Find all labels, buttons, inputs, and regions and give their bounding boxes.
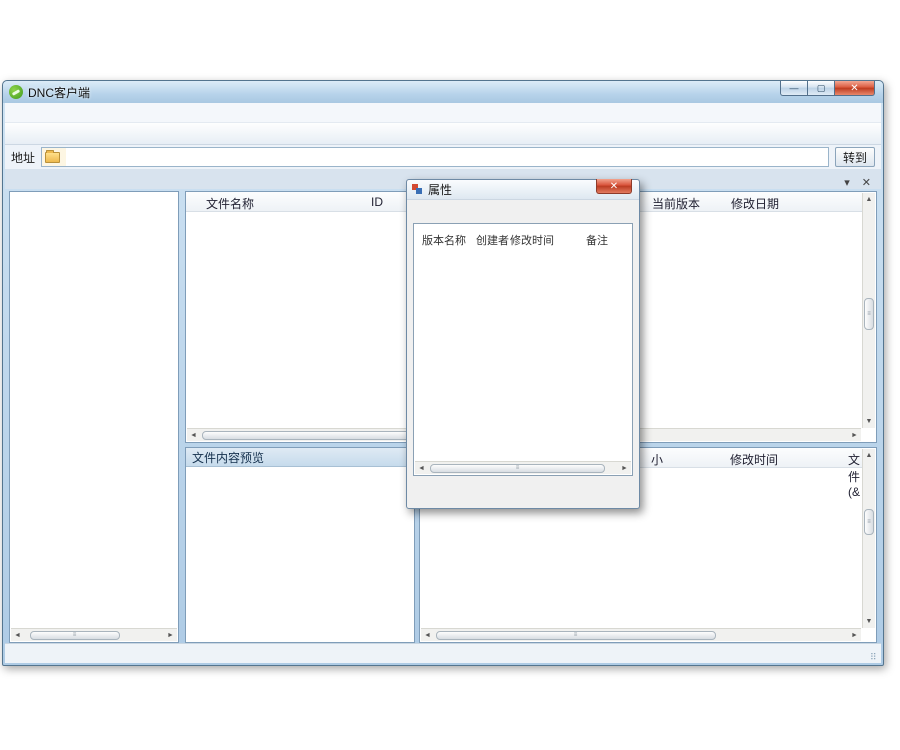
app-logo-icon bbox=[9, 85, 23, 99]
app-window: DNC客户端 — ▢ ✕ 地址 转到 ▾ ✕ ◄ ≡ ► bbox=[2, 80, 884, 666]
address-label: 地址 bbox=[11, 149, 35, 166]
toolbar bbox=[5, 123, 881, 145]
column-note[interactable]: 备注 bbox=[586, 232, 608, 248]
scroll-up-icon[interactable]: ▲ bbox=[863, 449, 875, 462]
dialog-tabs bbox=[413, 206, 633, 224]
desktop: { "window": { "title": "DNC客户端" }, "menu… bbox=[0, 0, 900, 750]
column-version[interactable]: 当前版本 bbox=[652, 195, 700, 212]
scroll-up-icon[interactable]: ▲ bbox=[863, 193, 875, 206]
column-date[interactable]: 修改日期 bbox=[731, 195, 779, 212]
address-bar: 地址 转到 bbox=[5, 145, 881, 169]
scroll-left-icon[interactable]: ◄ bbox=[11, 632, 24, 639]
scroll-left-icon[interactable]: ◄ bbox=[415, 465, 428, 472]
nc-list-vscrollbar[interactable]: ▲ ≡ ▼ bbox=[862, 193, 875, 428]
scroll-right-icon[interactable]: ► bbox=[848, 432, 861, 439]
preview-title: 文件内容预览 bbox=[186, 448, 414, 467]
title-bar[interactable]: DNC客户端 — ▢ ✕ bbox=[3, 81, 883, 103]
attachment-hscrollbar[interactable]: ◄ ≡ ► bbox=[421, 628, 861, 641]
dialog-hscrollbar[interactable]: ◄ ≡ ► bbox=[415, 461, 631, 474]
go-button[interactable]: 转到 bbox=[835, 147, 875, 167]
window-controls: — ▢ ✕ bbox=[780, 81, 875, 96]
version-info-page: 版本名称 创建者 修改时间 备注 ◄ ≡ ► bbox=[413, 223, 633, 476]
close-button[interactable]: ✕ bbox=[835, 81, 875, 96]
scroll-down-icon[interactable]: ▼ bbox=[863, 615, 875, 628]
server-tree-panel: ◄ ≡ ► bbox=[9, 191, 179, 643]
dialog-title: 属性 bbox=[428, 181, 452, 198]
maximize-button[interactable]: ▢ bbox=[808, 81, 835, 96]
server-tree bbox=[10, 194, 178, 627]
minimize-button[interactable]: — bbox=[780, 81, 808, 96]
attachment-vscrollbar[interactable]: ▲ ≡ ▼ bbox=[862, 449, 875, 628]
preview-content bbox=[186, 467, 414, 472]
breadcrumb-folder-icon bbox=[42, 148, 66, 166]
column-name[interactable]: 文件名称 bbox=[206, 195, 254, 212]
column-size[interactable]: 小 bbox=[651, 451, 663, 468]
panel-strip-controls: ▾ ✕ bbox=[844, 176, 871, 189]
scroll-right-icon[interactable]: ► bbox=[848, 632, 861, 639]
status-bar bbox=[5, 643, 881, 663]
column-creator[interactable]: 创建者 bbox=[476, 232, 509, 248]
tree-hscrollbar[interactable]: ◄ ≡ ► bbox=[11, 628, 177, 641]
scroll-down-icon[interactable]: ▼ bbox=[863, 415, 875, 428]
dialog-close-button[interactable]: ✕ bbox=[596, 179, 632, 194]
resize-grip[interactable]: ⠿ bbox=[870, 652, 880, 662]
column-version-name[interactable]: 版本名称 bbox=[422, 232, 466, 248]
window-title: DNC客户端 bbox=[28, 84, 90, 101]
menu-bar bbox=[5, 103, 881, 123]
scroll-left-icon[interactable]: ◄ bbox=[421, 632, 434, 639]
column-time[interactable]: 修改时间 bbox=[510, 232, 554, 248]
breadcrumb bbox=[41, 147, 829, 167]
properties-dialog: 属性 ✕ 版本名称 创建者 修改时间 备注 ◄ ≡ ► bbox=[406, 179, 640, 509]
panel-close-icon[interactable]: ✕ bbox=[862, 176, 871, 189]
scroll-left-icon[interactable]: ◄ bbox=[187, 432, 200, 439]
column-mtime[interactable]: 修改时间 bbox=[730, 451, 778, 468]
file-preview-panel: 文件内容预览 bbox=[185, 447, 415, 643]
column-id[interactable]: ID bbox=[371, 195, 383, 209]
properties-icon bbox=[412, 184, 423, 195]
scroll-right-icon[interactable]: ► bbox=[164, 632, 177, 639]
panel-menu-icon[interactable]: ▾ bbox=[844, 176, 850, 189]
scroll-right-icon[interactable]: ► bbox=[618, 465, 631, 472]
